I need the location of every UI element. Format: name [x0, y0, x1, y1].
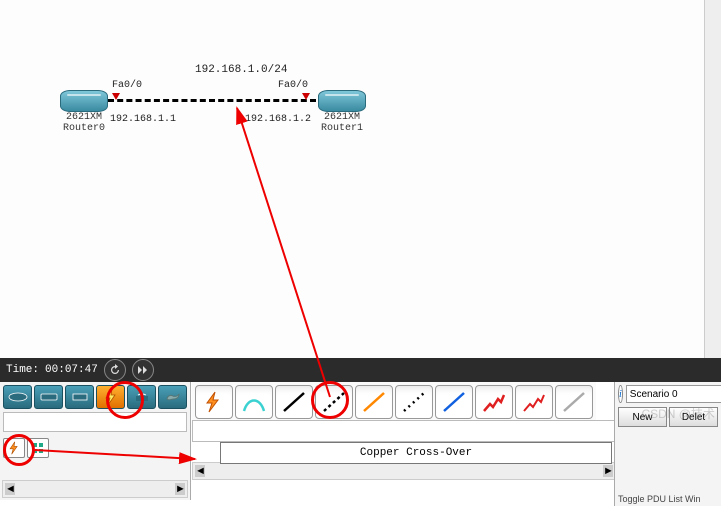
- device-select-strip[interactable]: [3, 412, 187, 432]
- link-status-left: [112, 93, 120, 100]
- sub-category-row: [0, 435, 190, 461]
- cable-coax-button[interactable]: [435, 385, 473, 419]
- sub-grid-button[interactable]: [27, 438, 49, 458]
- new-scenario-button[interactable]: New: [618, 407, 667, 427]
- simulation-bar: Time: 00:07:47: [0, 358, 721, 382]
- link-status-right: [302, 93, 310, 100]
- time-value: 00:07:47: [45, 364, 98, 376]
- cable-fiber-button[interactable]: [355, 385, 393, 419]
- link-copper-crossover[interactable]: [108, 99, 316, 102]
- router0[interactable]: [60, 90, 106, 112]
- cable-serial-dte-button[interactable]: [515, 385, 553, 419]
- cable-phone-button[interactable]: [395, 385, 433, 419]
- routers-category-button[interactable]: [3, 385, 32, 409]
- connections-category-button[interactable]: [96, 385, 125, 409]
- device-list-strip[interactable]: [192, 420, 621, 442]
- subnet-label: 192.168.1.0/24: [195, 64, 287, 76]
- topology-workspace[interactable]: 192.168.1.0/24 2621XM Router0 Fa0/0 192.…: [0, 0, 721, 359]
- cable-octal-button[interactable]: [555, 385, 593, 419]
- info-icon[interactable]: i: [618, 385, 623, 403]
- cable-console-button[interactable]: [235, 385, 273, 419]
- vertical-scrollbar[interactable]: [704, 0, 721, 358]
- sub-lightning-button[interactable]: [3, 438, 25, 458]
- time-label: Time:: [6, 364, 39, 376]
- wan-category-button[interactable]: [158, 385, 187, 409]
- device-category-row: [0, 382, 190, 412]
- router0-model: 2621XM: [56, 112, 112, 123]
- cable-straight-button[interactable]: [275, 385, 313, 419]
- device-palette: ◄►: [0, 382, 191, 500]
- router1[interactable]: [318, 90, 364, 112]
- wireless-category-button[interactable]: [127, 385, 156, 409]
- delete-scenario-button[interactable]: Delet: [669, 407, 718, 427]
- router1-interface-label: Fa0/0: [278, 80, 308, 91]
- router-icon: [318, 90, 366, 112]
- cable-auto-button[interactable]: [195, 385, 233, 419]
- reset-button[interactable]: [104, 359, 126, 381]
- fast-forward-button[interactable]: [132, 359, 154, 381]
- toggle-pdu-list-button[interactable]: Toggle PDU List Win: [618, 494, 721, 504]
- device-list-scrollbar[interactable]: ◄►: [192, 462, 616, 480]
- tooltip-text: Copper Cross-Over: [360, 447, 472, 459]
- router0-name: Router0: [56, 123, 112, 134]
- hubs-category-button[interactable]: [65, 385, 94, 409]
- cable-crossover-button[interactable]: [315, 385, 353, 419]
- selection-tooltip: Copper Cross-Over: [220, 442, 612, 464]
- router1-ip-label: 192.168.1.2: [245, 114, 311, 125]
- scenario-name-input[interactable]: [626, 385, 721, 403]
- cable-serial-dce-button[interactable]: [475, 385, 513, 419]
- router0-interface-label: Fa0/0: [112, 80, 142, 91]
- palette-scrollbar[interactable]: ◄►: [2, 480, 188, 498]
- router-icon: [60, 90, 108, 112]
- router0-ip-label: 192.168.1.1: [110, 114, 176, 125]
- switches-category-button[interactable]: [34, 385, 63, 409]
- router1-name: Router1: [314, 123, 370, 134]
- router1-model: 2621XM: [314, 112, 370, 123]
- scenario-panel: i New Delet Toggle PDU List Win: [614, 382, 721, 506]
